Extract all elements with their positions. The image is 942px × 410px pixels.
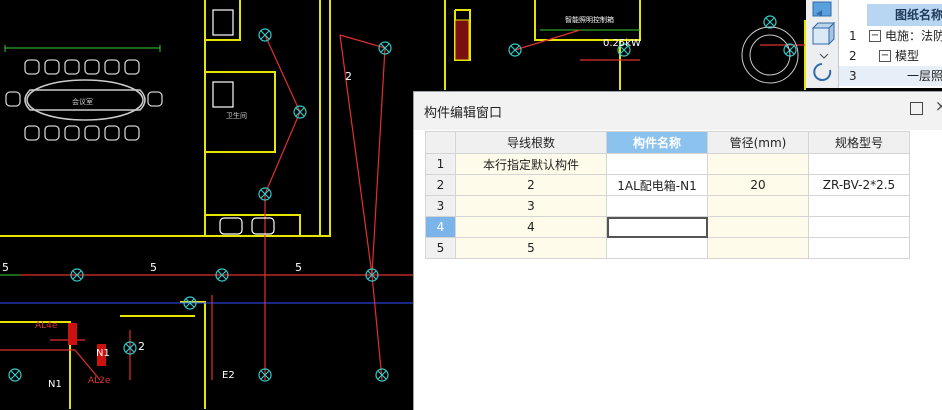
- collapse-toggle[interactable]: −: [869, 30, 881, 42]
- close-icon[interactable]: ×: [935, 97, 942, 115]
- column-header-component-name[interactable]: 构件名称: [606, 131, 708, 154]
- column-header-spec[interactable]: 规格型号: [808, 131, 910, 154]
- wire-count-label: 2: [138, 340, 145, 353]
- cell-diameter[interactable]: [707, 195, 809, 217]
- corner-cell: [425, 131, 456, 154]
- row-number[interactable]: 4: [425, 216, 456, 238]
- dim-label: 5: [295, 261, 302, 274]
- component-edit-window: 构件编辑窗口 × 导线根数 构件名称 管径(mm) 规格型号 1 本行指定默认构…: [413, 91, 942, 410]
- cell-wires[interactable]: 2: [455, 174, 607, 196]
- room-label-meeting: 会议室: [72, 97, 93, 106]
- table-row[interactable]: 3 3: [425, 195, 910, 217]
- view-toolbar: [806, 0, 839, 88]
- collapse-toggle[interactable]: −: [879, 50, 891, 62]
- cell-component-name[interactable]: 1AL配电箱-N1: [606, 174, 708, 196]
- drawing-name: 模型: [895, 49, 920, 63]
- table-row[interactable]: 1 本行指定默认构件: [425, 153, 910, 175]
- table-row[interactable]: 5 5: [425, 237, 910, 259]
- row-number[interactable]: 2: [425, 174, 456, 196]
- dialog-title: 构件编辑窗口: [424, 106, 503, 121]
- panel-marker: [68, 323, 77, 345]
- circuit-label: AL4e: [35, 321, 58, 331]
- cell-component-name[interactable]: [606, 153, 708, 175]
- grid-header-row: 导线根数 构件名称 管径(mm) 规格型号: [425, 131, 910, 154]
- cell-spec[interactable]: [808, 216, 910, 238]
- cell-component-name-active[interactable]: [606, 216, 708, 238]
- column-header-wires[interactable]: 导线根数: [455, 131, 607, 154]
- row-number: 2: [849, 49, 857, 63]
- row-number: 1: [849, 29, 857, 43]
- cell-spec[interactable]: [808, 237, 910, 259]
- room-label-restroom: 卫生间: [226, 111, 247, 120]
- drawing-name: 一层照: [907, 69, 942, 83]
- drawing-list-header: 图纸名称: [867, 4, 942, 26]
- row-number: 3: [849, 69, 857, 83]
- cell-diameter[interactable]: 20: [707, 174, 809, 196]
- drawing-list-row[interactable]: 2 − 模型: [839, 46, 942, 66]
- circuit-label: N1: [96, 348, 110, 359]
- cell-component-name[interactable]: [606, 195, 708, 217]
- panel-label: 智能照明控制箱: [565, 15, 614, 24]
- maximize-icon[interactable]: [910, 102, 923, 115]
- cell-diameter[interactable]: [707, 153, 809, 175]
- row-number[interactable]: 1: [425, 153, 456, 175]
- circuit-label: AL2e: [88, 376, 111, 386]
- drawing-list-row[interactable]: 1 − 电施：法防: [839, 26, 942, 46]
- dim-label: 5: [2, 261, 9, 274]
- cell-diameter[interactable]: [707, 237, 809, 259]
- drawing-list-panel: 图纸名称 1 − 电施：法防 2 − 模型 3 一层照: [838, 0, 942, 88]
- view-cube-icon[interactable]: [806, 0, 838, 88]
- circuit-label: E2: [222, 370, 235, 381]
- power-label: 0.25kW: [603, 38, 641, 49]
- cell-wires[interactable]: 5: [455, 237, 607, 259]
- cell-component-name[interactable]: [606, 237, 708, 259]
- wire-count-label: 2: [345, 70, 352, 83]
- cell-spec[interactable]: [808, 153, 910, 175]
- distribution-panel: [454, 19, 470, 61]
- dim-label: 5: [150, 261, 157, 274]
- cell-wires[interactable]: 3: [455, 195, 607, 217]
- cell-diameter[interactable]: [707, 216, 809, 238]
- cell-wires[interactable]: 4: [455, 216, 607, 238]
- cell-spec[interactable]: [808, 195, 910, 217]
- table-row[interactable]: 2 2 1AL配电箱-N1 20 ZR-BV-2*2.5: [425, 174, 910, 196]
- dialog-titlebar[interactable]: 构件编辑窗口 ×: [414, 92, 942, 130]
- row-number[interactable]: 3: [425, 195, 456, 217]
- cell-spec[interactable]: ZR-BV-2*2.5: [808, 174, 910, 196]
- drawing-name: 电施：法防: [885, 29, 942, 43]
- drawing-list-row[interactable]: 3 一层照: [839, 66, 942, 86]
- table-row-selected[interactable]: 4 4: [425, 216, 910, 238]
- row-number[interactable]: 5: [425, 237, 456, 259]
- component-grid: 导线根数 构件名称 管径(mm) 规格型号 1 本行指定默认构件 2 2 1AL…: [425, 131, 910, 259]
- circuit-label: N1: [48, 379, 62, 390]
- column-header-diameter[interactable]: 管径(mm): [707, 131, 809, 154]
- cell-wires[interactable]: 本行指定默认构件: [455, 153, 607, 175]
